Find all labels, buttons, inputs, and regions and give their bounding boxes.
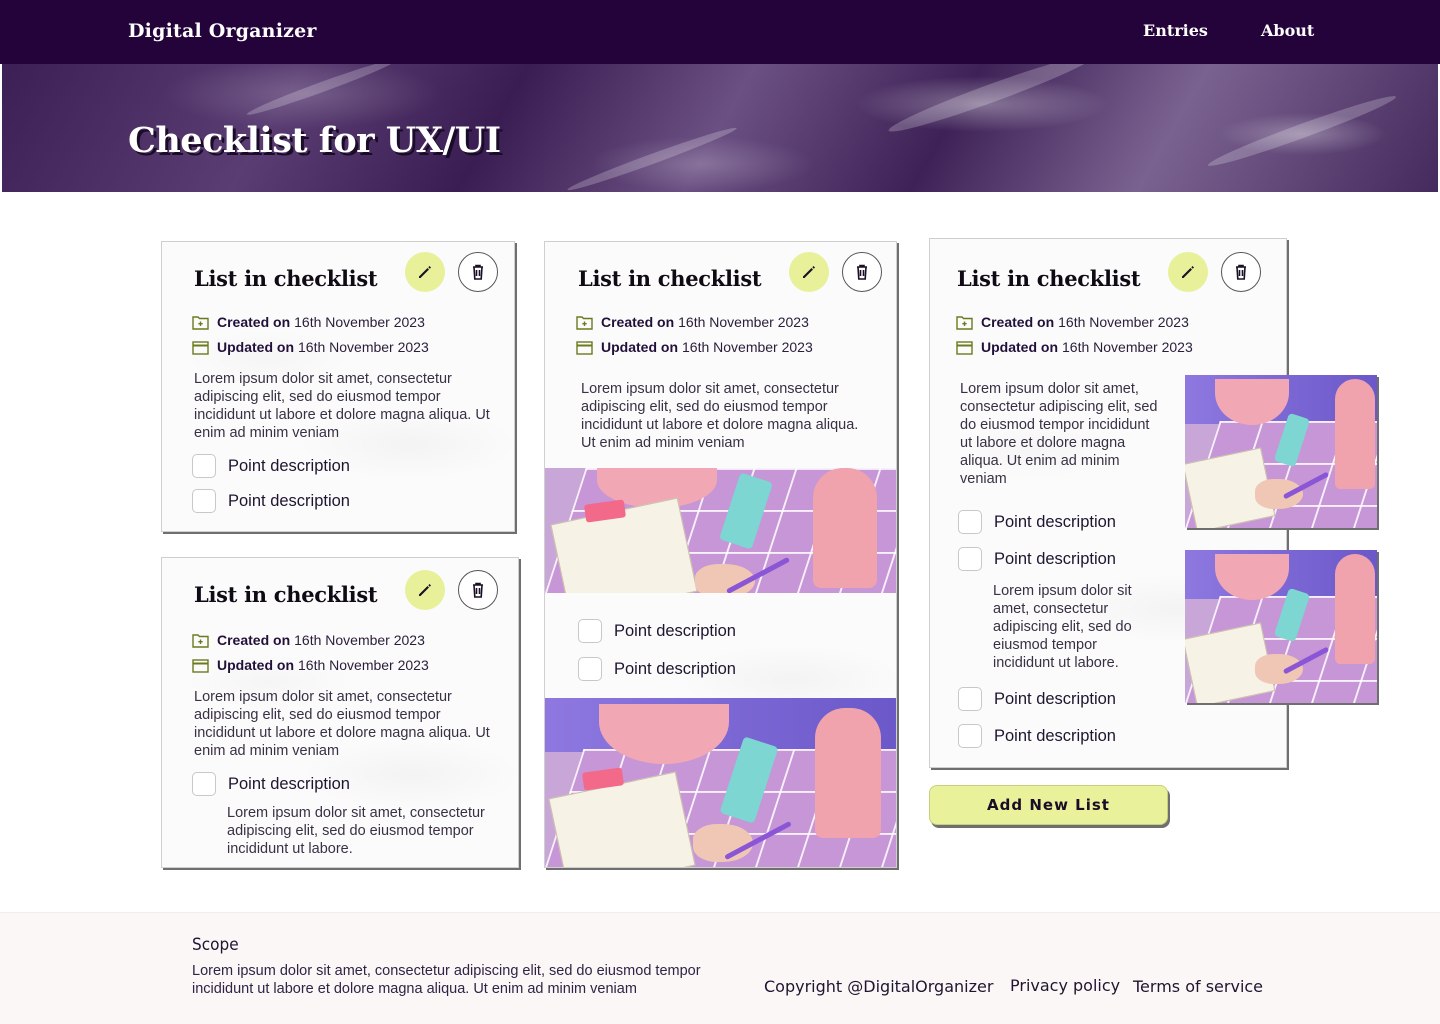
checkbox[interactable]: [578, 657, 602, 681]
checklist-card: List in checklist Created on 16th Novembe…: [544, 241, 897, 868]
checklist-card: List in checklist Created on 16th Novembe…: [161, 557, 519, 868]
hero-banner: Checklist for UX/UI: [2, 64, 1438, 192]
top-nav: Digital Organizer Entries About: [0, 0, 1440, 64]
checklist-point[interactable]: Point description: [958, 510, 1116, 534]
nav-link-entries[interactable]: Entries: [1143, 21, 1208, 40]
created-meta: Created on 16th November 2023: [192, 314, 425, 330]
pencil-icon: [1182, 266, 1194, 278]
created-meta: Created on 16th November 2023: [956, 314, 1189, 330]
checkbox[interactable]: [192, 772, 216, 796]
created-meta: Created on 16th November 2023: [576, 314, 809, 330]
folder-add-icon: [192, 315, 209, 330]
delete-button[interactable]: [458, 570, 498, 610]
trash-icon: [473, 582, 483, 598]
pencil-icon: [803, 266, 815, 278]
page-title: Checklist for UX/UI: [128, 120, 501, 161]
footer-scope-text: Lorem ipsum dolor sit amet, consectetur …: [192, 963, 701, 997]
updated-meta: Updated on 16th November 2023: [192, 339, 429, 355]
calendar-icon: [192, 340, 209, 355]
checklist-card: List in checklist Created on 16th Novembe…: [161, 241, 515, 532]
point-description: Lorem ipsum dolor sit amet, consectetur …: [227, 805, 485, 857]
calendar-icon: [956, 340, 973, 355]
checklist-point[interactable]: Point description: [958, 687, 1116, 711]
footer-terms-link[interactable]: Terms of service: [1133, 977, 1263, 996]
footer: Scope Lorem ipsum dolor sit amet, consec…: [0, 912, 1440, 1024]
calendar-icon: [576, 340, 593, 355]
delete-button[interactable]: [842, 252, 882, 292]
checkbox[interactable]: [958, 687, 982, 711]
delete-button[interactable]: [1221, 252, 1261, 292]
checklist-point[interactable]: Point description: [192, 772, 350, 796]
point-description: Lorem ipsum dolor sit amet, consectetur …: [993, 583, 1132, 671]
trash-icon: [473, 264, 483, 280]
card-description: Lorem ipsum dolor sit amet, consectetur …: [194, 689, 490, 759]
footer-privacy-link[interactable]: Privacy policy: [1010, 976, 1120, 995]
card-image: [545, 468, 896, 593]
card-image: [1185, 375, 1377, 528]
brand-logo[interactable]: Digital Organizer: [128, 20, 317, 42]
updated-meta: Updated on 16th November 2023: [576, 339, 813, 355]
edit-button[interactable]: [1168, 252, 1208, 292]
calendar-icon: [192, 658, 209, 673]
folder-add-icon: [956, 315, 973, 330]
updated-meta: Updated on 16th November 2023: [956, 339, 1193, 355]
add-new-list-button[interactable]: Add New List: [929, 785, 1168, 825]
card-image: [1185, 550, 1377, 703]
folder-add-icon: [192, 633, 209, 648]
checklist-point[interactable]: Point description: [192, 489, 350, 513]
nav-link-about[interactable]: About: [1261, 21, 1314, 40]
checklist-point[interactable]: Point description: [578, 657, 736, 681]
card-description: Lorem ipsum dolor sit amet, consectetur …: [581, 381, 859, 451]
card-image: [545, 698, 896, 867]
trash-icon: [857, 264, 867, 280]
delete-button[interactable]: [458, 252, 498, 292]
checklist-point[interactable]: Point description: [958, 547, 1116, 571]
edit-button[interactable]: [789, 252, 829, 292]
edit-button[interactable]: [405, 570, 445, 610]
checkbox[interactable]: [192, 454, 216, 478]
card-description: Lorem ipsum dolor sit amet, consectetur …: [960, 381, 1158, 487]
checklist-point[interactable]: Point description: [958, 724, 1116, 748]
footer-copyright: Copyright @DigitalOrganizer: [764, 977, 994, 996]
edit-button[interactable]: [405, 252, 445, 292]
checklist-point[interactable]: Point description: [578, 619, 736, 643]
card-title: List in checklist: [194, 582, 378, 607]
folder-add-icon: [576, 315, 593, 330]
trash-icon: [1236, 264, 1246, 280]
card-title: List in checklist: [578, 266, 762, 291]
card-title: List in checklist: [957, 266, 1141, 291]
updated-meta: Updated on 16th November 2023: [192, 657, 429, 673]
pencil-icon: [419, 266, 431, 278]
checkbox[interactable]: [192, 489, 216, 513]
card-title: List in checklist: [194, 266, 378, 291]
checkbox[interactable]: [958, 547, 982, 571]
footer-scope-title: Scope: [192, 935, 239, 955]
checkbox[interactable]: [578, 619, 602, 643]
checklist-point[interactable]: Point description: [192, 454, 350, 478]
pencil-icon: [419, 584, 431, 596]
created-meta: Created on 16th November 2023: [192, 632, 425, 648]
checkbox[interactable]: [958, 724, 982, 748]
card-description: Lorem ipsum dolor sit amet, consectetur …: [194, 371, 490, 441]
checkbox[interactable]: [958, 510, 982, 534]
